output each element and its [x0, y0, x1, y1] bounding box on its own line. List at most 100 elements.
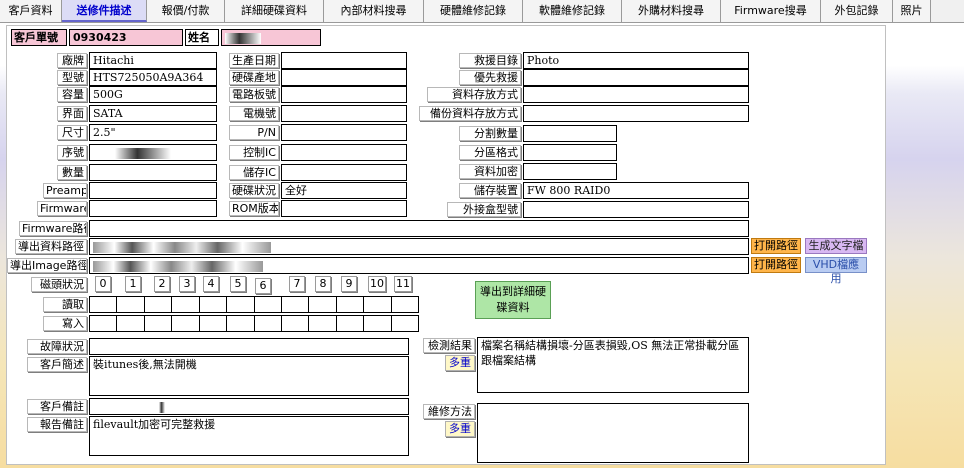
- repair-method-field[interactable]: [477, 403, 749, 463]
- repair-method-multi-button[interactable]: 多重: [445, 421, 475, 437]
- tab-external-material-search[interactable]: 外購材料搜尋: [622, 0, 721, 22]
- head-number-7: 7: [289, 276, 305, 292]
- hdd-origin-field[interactable]: [281, 69, 407, 86]
- interface-field[interactable]: SATA: [89, 105, 217, 122]
- size-label: 尺寸: [57, 125, 87, 140]
- priority-label: 優先救援: [459, 70, 521, 85]
- hdd-status-label: 硬碟狀況: [229, 183, 279, 198]
- partition-format-field[interactable]: [523, 144, 617, 161]
- quantity-label: 數量: [57, 165, 87, 180]
- vhd-apply-button[interactable]: VHD檔應用: [805, 257, 867, 285]
- firmware-label: Firmware: [37, 201, 87, 216]
- tab-customer-info[interactable]: 客戶資料: [0, 0, 62, 22]
- open-data-path-button[interactable]: 打開路徑: [751, 238, 801, 254]
- report-note-field[interactable]: filevault加密可完整救援: [89, 416, 409, 456]
- rescue-dir-field[interactable]: Photo: [523, 52, 749, 69]
- priority-field[interactable]: [523, 69, 749, 86]
- rom-version-label: ROM版本: [229, 201, 279, 216]
- storage-device-label: 儲存裝置: [459, 183, 521, 198]
- backup-method-label: 備份資料存放方式: [419, 106, 521, 121]
- storage-method-field[interactable]: [523, 86, 749, 103]
- head-number-3: 3: [179, 276, 195, 292]
- customer-note-label: 客戶備註: [27, 399, 87, 414]
- firmware-field[interactable]: [89, 200, 217, 217]
- quantity-field[interactable]: [89, 164, 217, 181]
- enclosure-model-field[interactable]: [523, 201, 749, 218]
- tab-repair-description[interactable]: 送修件描述: [62, 0, 147, 22]
- partition-count-field[interactable]: [523, 125, 617, 142]
- customer-name-field[interactable]: [221, 29, 321, 46]
- tab-hdd-details[interactable]: 詳細硬碟資料: [225, 0, 324, 22]
- tab-firmware-search[interactable]: Firmware搜尋: [721, 0, 821, 22]
- write-grid[interactable]: [89, 315, 419, 332]
- pn-field[interactable]: [281, 124, 407, 141]
- customer-desc-field[interactable]: 裝itunes後,無法開機: [89, 356, 409, 396]
- report-note-label: 報告備註: [27, 417, 87, 432]
- write-label: 寫入: [43, 316, 87, 331]
- tab-bar: 客戶資料 送修件描述 報價/付款 詳細硬碟資料 內部材料搜尋 硬體維修記錄 軟體…: [0, 0, 964, 23]
- head-number-8: 8: [315, 276, 331, 292]
- rescue-dir-label: 救援目錄: [459, 53, 521, 68]
- detect-result-multi-button[interactable]: 多重: [445, 355, 475, 371]
- fault-field[interactable]: [89, 338, 409, 355]
- export-data-path-label: 導出資料路徑: [15, 239, 87, 254]
- tab-quote-payment[interactable]: 報價/付款: [147, 0, 225, 22]
- repair-description-panel: 客戶單號 0930423 姓名 廠牌 Hitachi 型號 HTS725050A…: [6, 25, 886, 465]
- export-to-hdd-details-button[interactable]: 導出到詳細硬碟資料: [475, 281, 551, 319]
- tab-photos[interactable]: 照片: [893, 0, 931, 22]
- hdd-status-field[interactable]: 全好: [281, 182, 407, 199]
- generate-text-file-button[interactable]: 生成文字檔: [805, 238, 867, 254]
- tab-outsource-log[interactable]: 外包記錄: [821, 0, 893, 22]
- interface-label: 界面: [57, 106, 87, 121]
- encryption-field[interactable]: [523, 163, 617, 180]
- customer-desc-label: 客戶簡述: [27, 357, 87, 372]
- tab-internal-material-search[interactable]: 內部材料搜尋: [324, 0, 424, 22]
- partition-count-label: 分割數量: [459, 126, 521, 141]
- mfg-date-field[interactable]: [281, 52, 407, 69]
- head-number-2: 2: [154, 276, 170, 292]
- mfg-date-label: 生產日期: [229, 53, 279, 68]
- serial-field[interactable]: [89, 144, 217, 161]
- storage-device-field[interactable]: FW 800 RAID0: [523, 182, 749, 199]
- tab-software-repair-log[interactable]: 軟體維修記錄: [523, 0, 622, 22]
- brand-field[interactable]: Hitachi: [89, 52, 217, 69]
- firmware-path-field[interactable]: [89, 220, 749, 237]
- capacity-field[interactable]: 500G: [89, 86, 217, 103]
- customer-id-label: 客戶單號: [11, 29, 67, 46]
- head-number-4: 4: [203, 276, 219, 292]
- mem-ic-field[interactable]: [281, 164, 407, 181]
- customer-name-label: 姓名: [185, 29, 219, 46]
- export-data-path-field[interactable]: [89, 238, 749, 255]
- pn-label: P/N: [229, 125, 279, 140]
- preamp-label: Preamp: [43, 183, 87, 198]
- backup-method-field[interactable]: [523, 105, 749, 122]
- firmware-path-label: Firmware路徑: [19, 221, 87, 236]
- customer-id-field[interactable]: 0930423: [69, 29, 183, 46]
- export-image-path-field[interactable]: [89, 257, 749, 274]
- serial-label: 序號: [57, 145, 87, 160]
- fault-label: 故障狀況: [27, 339, 87, 354]
- head-number-1: 1: [125, 276, 141, 292]
- pcb-no-label: 電路板號: [229, 87, 279, 102]
- detect-result-field[interactable]: 檔案名稱結構損壞-分區表損毀,OS 無法正常掛載分區跟檔案結構: [477, 337, 749, 393]
- preamp-field[interactable]: [89, 182, 217, 199]
- read-label: 讀取: [43, 297, 87, 312]
- customer-note-field[interactable]: [89, 398, 409, 415]
- size-field[interactable]: 2.5": [89, 124, 217, 141]
- storage-method-label: 資料存放方式: [427, 87, 521, 102]
- tab-hardware-repair-log[interactable]: 硬體維修記錄: [424, 0, 523, 22]
- enclosure-model-label: 外接盒型號: [447, 202, 521, 217]
- read-grid[interactable]: [89, 296, 419, 313]
- model-label: 型號: [57, 70, 87, 85]
- rom-version-field[interactable]: [281, 200, 407, 217]
- open-image-path-button[interactable]: 打開路徑: [751, 257, 801, 273]
- brand-label: 廠牌: [57, 53, 87, 68]
- hdd-origin-label: 硬碟產地: [229, 70, 279, 85]
- motor-no-label: 電機號: [229, 106, 279, 121]
- head-number-5: 5: [230, 276, 246, 292]
- motor-no-field[interactable]: [281, 105, 407, 122]
- model-field[interactable]: HTS725050A9A364: [89, 69, 217, 86]
- pcb-no-field[interactable]: [281, 86, 407, 103]
- partition-format-label: 分區格式: [459, 145, 521, 160]
- ctrl-ic-field[interactable]: [281, 144, 407, 161]
